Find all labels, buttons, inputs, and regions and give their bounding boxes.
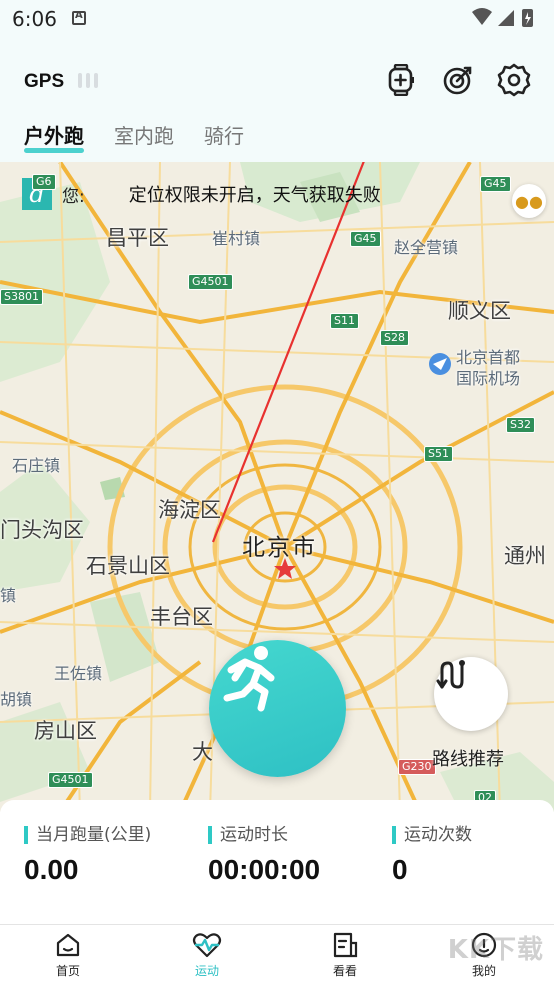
bottom-nav: 首页 运动 看看 我的 KK下载	[0, 924, 554, 984]
stat-value: 0.00	[24, 854, 79, 885]
status-time: 6:06	[12, 7, 57, 31]
map-view[interactable]: d 您: 定位权限未开启，天气获取失败 ●● G6 G45 G4501 G45 …	[0, 162, 554, 812]
town-label: 胡镇	[0, 690, 33, 709]
district-label: 门头沟区	[0, 518, 84, 542]
runner-icon	[223, 646, 275, 712]
road-shield: S11	[330, 313, 359, 329]
road-shield: G4501	[188, 274, 233, 290]
road-shield: S51	[424, 446, 453, 462]
district-label: 石景山区	[86, 554, 170, 578]
town-label: 赵全营镇	[394, 238, 459, 257]
stat-label: 当月跑量(公里)	[24, 826, 151, 844]
road-shield: G6	[32, 174, 56, 190]
target-icon	[443, 66, 472, 95]
town-label: 石庄镇	[12, 456, 61, 475]
road-shield: G230	[398, 759, 436, 775]
route-icon	[436, 660, 465, 689]
watch-add-icon	[388, 64, 414, 96]
stat-duration: 运动时长 00:00:00	[208, 826, 320, 886]
stat-label: 运动时长	[208, 826, 320, 844]
stat-count: 运动次数 0	[392, 826, 472, 886]
district-label: 海淀区	[158, 498, 221, 522]
district-label: 昌平区	[106, 226, 169, 250]
route-recommend-button[interactable]	[434, 657, 508, 731]
road-shield: S32	[506, 417, 535, 433]
gps-signal-indicator	[78, 73, 98, 88]
weather-bar: d 您: 定位权限未开启，天气获取失败	[22, 178, 381, 210]
settings-button[interactable]	[494, 60, 534, 100]
gps-label: GPS	[24, 71, 65, 92]
city-label: 北京市	[242, 535, 317, 561]
district-label: 房山区	[34, 719, 97, 743]
status-bar: 6:06	[0, 0, 554, 38]
nav-label: 首页	[55, 964, 80, 978]
town-label: 国际机场	[456, 369, 521, 388]
stat-value: 00:00:00	[208, 854, 321, 885]
nav-label: 运动	[194, 964, 219, 978]
tab-outdoor-run[interactable]: 户外跑	[24, 120, 84, 155]
home-icon	[56, 933, 80, 957]
notification-icon	[72, 10, 86, 25]
nav-home[interactable]: 首页	[28, 931, 108, 979]
road-shield: G45	[480, 176, 511, 192]
tab-cycling[interactable]: 骑行	[204, 120, 244, 155]
town-label: 王佐镇	[54, 664, 103, 683]
nav-watch[interactable]: 看看	[305, 931, 385, 979]
weather-message: 定位权限未开启，天气获取失败	[128, 185, 381, 206]
district-label: 通州	[504, 544, 546, 568]
target-button[interactable]	[438, 60, 478, 100]
stat-value: 0	[392, 854, 408, 885]
document-icon	[333, 932, 358, 958]
route-recommend-label: 路线推荐	[432, 749, 504, 770]
stat-monthly-distance: 当月跑量(公里) 0.00	[24, 826, 151, 886]
nav-label: 看看	[332, 964, 357, 978]
stat-label: 运动次数	[392, 826, 472, 844]
stats-panel: 当月跑量(公里) 0.00 运动时长 00:00:00 运动次数 0	[0, 800, 554, 924]
district-label: 顺义区	[448, 299, 511, 323]
heartbeat-icon	[192, 933, 222, 958]
road-shield: G4501	[48, 772, 93, 788]
tab-indoor-run[interactable]: 室内跑	[114, 120, 174, 155]
road-shield: S3801	[0, 289, 43, 305]
road-shield: S28	[380, 330, 409, 346]
town-label: 崔村镇	[212, 229, 261, 248]
district-label: 大	[192, 740, 213, 764]
system-icons	[470, 6, 540, 34]
watch-add-button[interactable]	[381, 60, 421, 100]
settings-icon	[497, 63, 531, 97]
wifi-signal-battery-icon	[472, 8, 533, 27]
district-label: 丰台区	[150, 605, 213, 629]
sport-tabs: 户外跑 室内跑 骑行	[24, 120, 244, 155]
start-run-button[interactable]	[209, 640, 346, 777]
bee-mascot-icon[interactable]: ●●	[512, 184, 546, 218]
watermark: KK下载	[447, 935, 544, 965]
town-label: 镇	[0, 586, 17, 605]
weather-prefix: 您:	[62, 186, 85, 207]
app-header: GPS 户外跑 室内跑 骑行	[0, 38, 554, 162]
nav-sport[interactable]: 运动	[167, 931, 247, 979]
road-shield: G45	[350, 231, 381, 247]
